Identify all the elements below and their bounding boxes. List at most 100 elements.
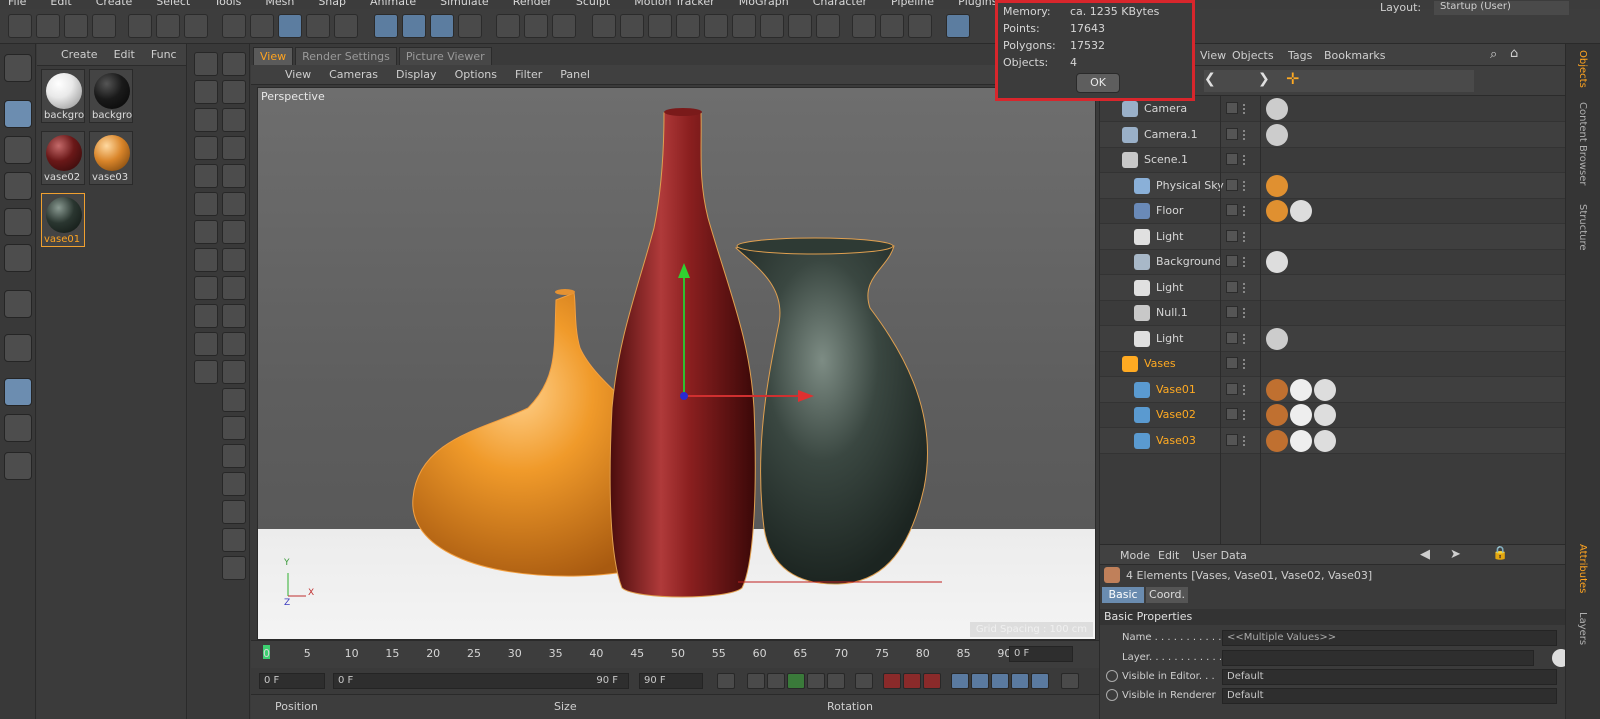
object-row[interactable]: Light <box>1100 223 1566 250</box>
visible-renderer-select[interactable]: Default <box>1222 688 1557 704</box>
vp-menu-filter[interactable]: Filter <box>515 68 542 81</box>
visibility-dots[interactable] <box>1243 231 1247 242</box>
object-row[interactable]: Scene.1 <box>1100 147 1566 173</box>
attr-menu-edit[interactable]: Edit <box>1158 549 1179 562</box>
prev-key-button[interactable] <box>747 673 765 689</box>
layer-color-box[interactable] <box>1226 153 1238 165</box>
object-row[interactable]: Vases <box>1100 351 1566 377</box>
visibility-dots[interactable] <box>1243 384 1247 395</box>
tab-structure[interactable]: Structure <box>1577 204 1588 251</box>
object-name[interactable]: Camera <box>1144 102 1187 115</box>
object-row[interactable]: Floor <box>1100 198 1566 224</box>
nurbs-button[interactable] <box>648 14 672 38</box>
layer-color-box[interactable] <box>1226 102 1238 114</box>
layout-select[interactable]: Startup (User) <box>1434 1 1569 15</box>
render-view-button[interactable] <box>496 14 520 38</box>
vp-menu-panel[interactable]: Panel <box>560 68 590 81</box>
tool-btn[interactable] <box>194 192 218 216</box>
rotate-tool-button[interactable] <box>334 14 358 38</box>
layer-color-box[interactable] <box>1226 280 1238 293</box>
material-tag-icon[interactable] <box>1314 429 1336 452</box>
tool-btn[interactable] <box>194 360 218 384</box>
obj-menu-objects[interactable]: Objects <box>1232 49 1274 62</box>
save-as-button[interactable] <box>156 14 180 38</box>
tab-objects[interactable]: Objects <box>1577 50 1588 88</box>
snap-settings-button[interactable] <box>4 414 32 442</box>
key-parameter-button[interactable] <box>1011 673 1029 689</box>
object-name[interactable]: Vase03 <box>1156 434 1196 447</box>
attr-menu-mode[interactable]: Mode <box>1120 549 1150 562</box>
vp-menu-options[interactable]: Options <box>455 68 497 81</box>
phong-tag-icon[interactable] <box>1266 429 1288 452</box>
y-axis-lock-button[interactable] <box>402 14 426 38</box>
goto-start-button[interactable] <box>717 673 735 689</box>
make-editable-button[interactable] <box>4 54 32 82</box>
object-row[interactable]: Background <box>1100 249 1566 275</box>
menu-edit[interactable]: Edit <box>50 0 71 8</box>
layer-field[interactable] <box>1222 650 1534 666</box>
clapper-tag-icon[interactable] <box>1266 174 1288 197</box>
deformer-button[interactable] <box>732 14 756 38</box>
visible-editor-radio[interactable] <box>1106 670 1118 682</box>
layer-color-box[interactable] <box>1226 204 1238 216</box>
keyframe-selection-button[interactable] <box>923 673 941 689</box>
object-name[interactable]: Physical Sky <box>1156 179 1224 192</box>
material-tag-icon[interactable] <box>1290 200 1312 222</box>
menu-plugins[interactable]: Plugins <box>958 0 997 8</box>
clapper-tag-icon[interactable] <box>1266 200 1288 222</box>
object-row[interactable]: Light <box>1100 274 1566 301</box>
object-row[interactable]: Vase03 <box>1100 427 1566 454</box>
phong-tag-icon[interactable] <box>1266 404 1288 426</box>
tool-btn[interactable] <box>194 332 218 356</box>
visibility-dots[interactable] <box>1243 257 1247 267</box>
array-button[interactable] <box>676 14 700 38</box>
object-row[interactable]: Light <box>1100 325 1566 352</box>
layer-color-box[interactable] <box>1226 306 1238 318</box>
tool-btn[interactable] <box>194 276 218 300</box>
tool-btn[interactable] <box>222 556 246 580</box>
tool-btn[interactable] <box>222 108 246 132</box>
tool-btn[interactable] <box>222 164 246 188</box>
object-row[interactable]: Physical Sky <box>1100 172 1566 199</box>
render-settings-button[interactable] <box>552 14 576 38</box>
object-row[interactable]: Vase01 <box>1100 376 1566 403</box>
menu-file[interactable]: File <box>8 0 26 8</box>
menu-mesh[interactable]: Mesh <box>265 0 294 8</box>
phong-tag-icon[interactable] <box>1266 378 1288 401</box>
target-tag-icon[interactable] <box>1266 98 1288 120</box>
uvw-tag-icon[interactable] <box>1290 404 1312 426</box>
tool-btn[interactable] <box>194 52 218 76</box>
obj-menu-view[interactable]: View <box>1200 49 1226 62</box>
search-icon[interactable]: ⌕ <box>1490 47 1497 62</box>
menu-simulate[interactable]: Simulate <box>440 0 489 8</box>
polygons-mode-button[interactable] <box>4 244 32 272</box>
visibility-dots[interactable] <box>1243 410 1247 420</box>
menu-character[interactable]: Character <box>813 0 867 8</box>
floor-button[interactable] <box>704 14 728 38</box>
object-name[interactable]: Floor <box>1156 204 1183 217</box>
visibility-dots[interactable] <box>1243 308 1247 318</box>
cursor-icon[interactable]: ➤ <box>1450 547 1461 562</box>
visible-editor-select[interactable]: Default <box>1222 669 1557 685</box>
scene-button[interactable] <box>760 14 784 38</box>
tool-btn[interactable] <box>222 388 246 412</box>
layer-color-box[interactable] <box>1226 178 1238 191</box>
visibility-dots[interactable] <box>1243 333 1247 344</box>
object-name[interactable]: Light <box>1156 281 1183 294</box>
layer-color-box[interactable] <box>1226 331 1238 344</box>
tab-render-settings[interactable]: Render Settings <box>295 47 397 65</box>
menu-tools[interactable]: Tools <box>214 0 241 8</box>
play-button[interactable] <box>787 673 805 689</box>
model-mode-button[interactable] <box>4 100 32 128</box>
tab-layers[interactable]: Layers <box>1577 612 1588 645</box>
tab-picture-viewer[interactable]: Picture Viewer <box>398 47 492 65</box>
next-frame-button[interactable] <box>807 673 825 689</box>
cube-primitive-button[interactable] <box>592 14 616 38</box>
next-key-button[interactable] <box>827 673 845 689</box>
visibility-dots[interactable] <box>1243 155 1247 165</box>
save-button[interactable] <box>128 14 152 38</box>
layer-color-box[interactable] <box>1226 382 1238 395</box>
tool-btn[interactable] <box>222 332 246 356</box>
tool-btn[interactable] <box>222 52 246 76</box>
move-icon[interactable]: ✛ <box>1286 69 1299 88</box>
